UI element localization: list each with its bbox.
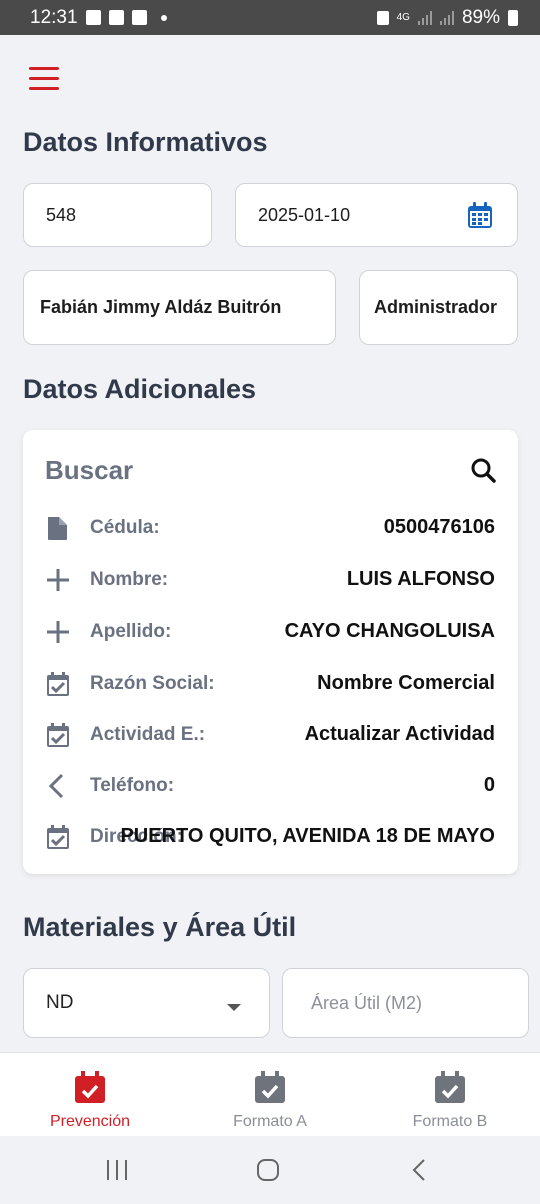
area-placeholder: Área Útil (M2) (311, 992, 423, 1013)
calendar-check-icon (255, 1071, 285, 1103)
role-field[interactable]: Administrador (359, 270, 518, 345)
back-icon[interactable] (410, 1158, 430, 1182)
document-icon (48, 517, 67, 540)
row-value: LUIS ALFONSO (346, 568, 495, 590)
calendar-check-icon (47, 723, 69, 747)
nav-label: Formato A (233, 1113, 307, 1130)
user-name-field[interactable]: Fabián Jimmy Aldáz Buitrón (23, 270, 336, 345)
status-time: 12:31 (30, 6, 78, 28)
user-name-value: Fabián Jimmy Aldáz Buitrón (40, 297, 282, 317)
bag-icon (108, 10, 124, 25)
section-title-adicionales: Datos Adicionales (23, 374, 257, 404)
row-value[interactable]: Nombre Comercial (317, 672, 495, 695)
network-type: 4G (396, 11, 410, 23)
row-label: Actividad E.: (90, 724, 206, 745)
signal-icon (417, 10, 432, 25)
search-icon[interactable] (470, 457, 496, 483)
date-value: 2025-01-10 (258, 204, 351, 225)
area-input[interactable]: Área Útil (M2) (282, 968, 529, 1038)
chevron-left-icon (48, 773, 64, 799)
battery-percent: 89% (461, 6, 500, 28)
check-icon (131, 10, 147, 25)
row-apellido: Apellido: CAYO CHANGOLUISA (45, 617, 495, 647)
row-label: Teléfono: (90, 775, 175, 796)
plus-icon (47, 569, 69, 591)
menu-button[interactable] (29, 67, 59, 91)
system-nav-bar (0, 1136, 540, 1204)
material-select-value: ND (46, 992, 74, 1013)
calendar-check-icon (47, 672, 69, 696)
signal-2-icon (439, 10, 454, 25)
row-value: PUERTO QUITO, AVENIDA 18 DE MAYO (120, 825, 495, 847)
number-value: 548 (46, 204, 77, 225)
nav-formato-b[interactable]: Formato B (360, 1053, 540, 1137)
material-select[interactable]: ND (23, 968, 270, 1038)
calendar-check-icon (47, 825, 69, 849)
row-nombre: Nombre: LUIS ALFONSO (45, 565, 495, 595)
row-direccion: Dirección: PUERTO QUITO, AVENIDA 18 DE M… (45, 822, 495, 852)
row-cedula: Cédula: 0500476106 (45, 513, 495, 543)
dropdown-arrow-icon (227, 1004, 241, 1011)
notification-dot-icon (160, 14, 167, 21)
plus-icon (47, 621, 69, 643)
calendar-check-icon (75, 1071, 105, 1103)
battery-icon (508, 9, 518, 26)
row-label: Nombre: (90, 569, 169, 590)
home-icon[interactable] (256, 1158, 280, 1182)
date-field[interactable]: 2025-01-10 (235, 183, 518, 247)
nav-prevencion[interactable]: Prevención (0, 1053, 180, 1137)
search-label[interactable]: Buscar (45, 455, 133, 486)
row-telefono: Teléfono: 0 (45, 771, 495, 801)
calendar-icon[interactable] (467, 202, 493, 229)
row-value: CAYO CHANGOLUISA (284, 620, 495, 642)
row-value[interactable]: Actualizar Actividad (305, 723, 495, 746)
client-card: Buscar Cédula: 0500476106 Nombre: LUIS A… (23, 430, 518, 874)
row-razon-social: Razón Social: Nombre Comercial (45, 669, 495, 699)
main-content: Datos Informativos 548 2025-01-10 Fabián… (9, 35, 540, 1052)
battery-saver-icon (376, 10, 389, 25)
status-bar: 12:31 4G 89% (0, 0, 540, 35)
row-label: Razón Social: (90, 673, 215, 694)
recent-apps-icon[interactable] (105, 1158, 129, 1182)
section-title-informativos: Datos Informativos (23, 127, 268, 157)
row-value: 0500476106 (383, 516, 495, 538)
row-label: Apellido: (90, 621, 172, 642)
section-title-materiales: Materiales y Área Útil (23, 912, 297, 942)
gallery-icon (85, 10, 101, 25)
nav-label: Formato B (412, 1113, 488, 1130)
row-label: Cédula: (90, 517, 160, 538)
number-field[interactable]: 548 (23, 183, 212, 247)
role-value: Administrador (374, 297, 498, 317)
bottom-nav: Prevención Formato A Formato B (0, 1052, 540, 1136)
row-actividad: Actividad E.: Actualizar Actividad (45, 720, 495, 750)
calendar-check-icon (435, 1071, 465, 1103)
nav-formato-a[interactable]: Formato A (180, 1053, 360, 1137)
row-value: 0 (483, 774, 495, 796)
nav-label: Prevención (49, 1113, 131, 1130)
